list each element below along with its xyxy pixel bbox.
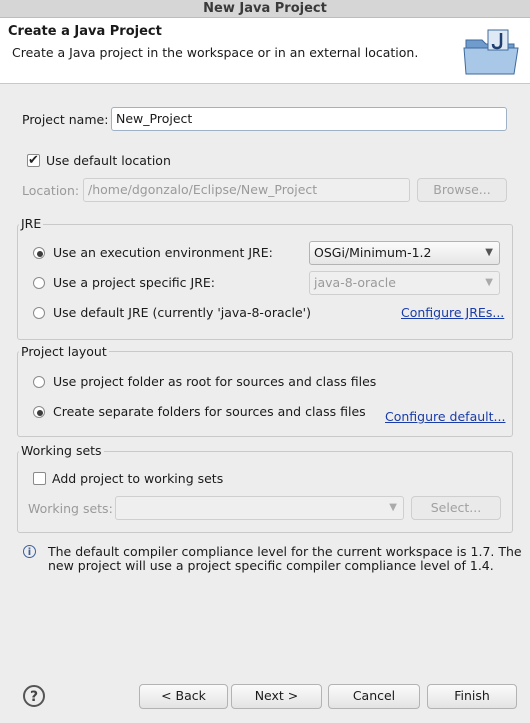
java-project-folder-icon — [460, 26, 524, 78]
back-button[interactable]: < Back — [139, 684, 228, 709]
page-subtitle: Create a Java project in the workspace o… — [12, 45, 419, 60]
execution-environment-value: OSGi/Minimum-1.2 — [314, 245, 432, 260]
finish-button[interactable]: Finish — [427, 684, 517, 709]
project-specific-jre-value: java-8-oracle — [314, 275, 396, 290]
execution-environment-select[interactable]: OSGi/Minimum-1.2 ▼ — [309, 241, 500, 265]
project-name-input[interactable]: New_Project — [111, 107, 507, 131]
layout-separate-folders-radio[interactable] — [33, 406, 45, 418]
jre-execution-environment-label: Use an execution environment JRE: — [53, 245, 273, 260]
info-icon: i — [23, 545, 36, 558]
location-input[interactable]: /home/dgonzalo/Eclipse/New_Project — [83, 178, 410, 202]
working-sets-label: Working sets: — [28, 501, 113, 516]
chevron-down-icon: ▼ — [389, 502, 397, 513]
add-to-working-sets-label: Add project to working sets — [52, 471, 224, 486]
select-working-sets-button[interactable]: Select... — [411, 496, 501, 520]
working-sets-group-title: Working sets — [19, 443, 104, 458]
browse-button[interactable]: Browse... — [417, 178, 507, 202]
jre-default-label: Use default JRE (currently 'java-8-oracl… — [53, 305, 311, 320]
project-layout-group — [17, 351, 513, 437]
jre-group-title: JRE — [19, 216, 44, 231]
project-specific-jre-select[interactable]: java-8-oracle ▼ — [309, 271, 500, 295]
add-to-working-sets-checkbox[interactable] — [33, 472, 46, 485]
chevron-down-icon: ▼ — [485, 247, 493, 258]
info-message-line1: The default compiler compliance level fo… — [48, 544, 522, 559]
use-default-location-checkbox[interactable]: ✔ — [27, 154, 40, 167]
location-label: Location: — [22, 183, 80, 198]
next-button[interactable]: Next > — [231, 684, 322, 709]
working-sets-select[interactable]: ▼ — [115, 496, 404, 520]
layout-root-folder-label: Use project folder as root for sources a… — [53, 374, 377, 389]
info-message-line2: new project will use a project specific … — [48, 558, 494, 573]
working-sets-group — [17, 451, 513, 533]
help-icon[interactable]: ? — [23, 685, 45, 707]
configure-jres-link[interactable]: Configure JREs... — [401, 305, 504, 320]
jre-default-radio[interactable] — [33, 307, 45, 319]
jre-project-specific-label: Use a project specific JRE: — [53, 275, 215, 290]
layout-root-folder-radio[interactable] — [33, 376, 45, 388]
project-layout-group-title: Project layout — [19, 344, 109, 359]
window-title: New Java Project — [0, 0, 530, 18]
layout-separate-folders-label: Create separate folders for sources and … — [53, 404, 366, 419]
jre-project-specific-radio[interactable] — [33, 277, 45, 289]
jre-execution-environment-radio[interactable] — [33, 247, 45, 259]
project-name-label: Project name: — [22, 112, 109, 127]
use-default-location-label: Use default location — [46, 153, 171, 168]
configure-default-link[interactable]: Configure default... — [385, 409, 505, 424]
cancel-button[interactable]: Cancel — [328, 684, 420, 709]
chevron-down-icon: ▼ — [485, 277, 493, 288]
page-title: Create a Java Project — [8, 24, 162, 39]
